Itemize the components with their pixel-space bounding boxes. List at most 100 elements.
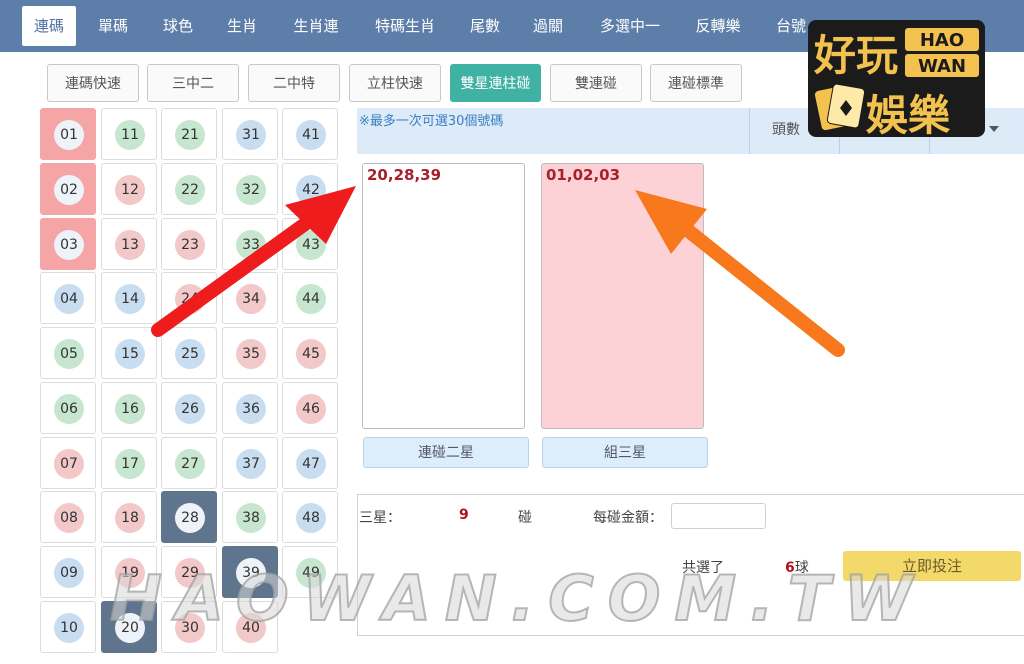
number-cell[interactable]: 45	[282, 327, 338, 379]
number-cell[interactable]: 12	[101, 163, 157, 215]
number-cell[interactable]: 01	[40, 108, 96, 160]
number-cell[interactable]: 46	[282, 382, 338, 434]
subtab-shuanglianpeng[interactable]: 雙連碰	[550, 64, 642, 102]
nav-tab-duoxuanzhongyi[interactable]: 多選中一	[592, 0, 668, 52]
number-cell[interactable]: 11	[101, 108, 157, 160]
nav-tab-qiuse[interactable]: 球色	[153, 0, 203, 52]
number-cell[interactable]: 22	[161, 163, 217, 215]
number-ball: 13	[115, 230, 145, 260]
amount-per-peng-input[interactable]	[671, 503, 766, 529]
number-ball: 24	[175, 284, 205, 314]
number-ball: 10	[54, 613, 84, 643]
number-cell[interactable]: 32	[222, 163, 278, 215]
number-ball: 06	[54, 394, 84, 424]
stars-label: 三星：	[359, 510, 401, 526]
number-ball: 27	[175, 449, 205, 479]
subtab-sanzhonger[interactable]: 三中二	[147, 64, 239, 102]
peng-label: 碰	[518, 510, 532, 526]
number-cell[interactable]: 06	[40, 382, 96, 434]
subtab-shuangxing-lianzhupeng[interactable]: 雙星連柱碰	[450, 64, 541, 102]
subtab-erzhongte[interactable]: 二中特	[248, 64, 340, 102]
chevron-down-icon[interactable]	[989, 126, 999, 132]
site-watermark: HAOWAN.COM.TW	[109, 561, 927, 636]
stars-count: 9	[459, 507, 469, 523]
number-cell[interactable]: 48	[282, 491, 338, 543]
number-ball: 33	[236, 230, 266, 260]
number-ball: 35	[236, 339, 266, 369]
number-cell[interactable]: 38	[222, 491, 278, 543]
nav-tab-lianma[interactable]: 連碼	[22, 6, 76, 46]
subtab-lizhu-kuaisu[interactable]: 立柱快速	[349, 64, 441, 102]
number-ball: 45	[296, 339, 326, 369]
number-cell[interactable]: 24	[161, 272, 217, 324]
haowan-logo: 好玩 HAO WAN 娛樂	[808, 20, 985, 137]
combo-box-two[interactable]: 01,02,03	[541, 163, 704, 429]
number-cell[interactable]: 33	[222, 218, 278, 270]
number-cell[interactable]: 13	[101, 218, 157, 270]
number-cell[interactable]: 09	[40, 546, 96, 598]
number-cell[interactable]: 10	[40, 601, 96, 653]
lianpeng-erxing-button[interactable]: 連碰二星	[363, 437, 529, 468]
number-cell[interactable]: 27	[161, 437, 217, 489]
nav-tab-weishu[interactable]: 尾數	[460, 0, 510, 52]
number-ball: 41	[296, 120, 326, 150]
zu-sanxing-button[interactable]: 組三星	[542, 437, 708, 468]
number-cell[interactable]: 42	[282, 163, 338, 215]
nav-tab-temashengxiao[interactable]: 特碼生肖	[367, 0, 443, 52]
number-cell[interactable]: 25	[161, 327, 217, 379]
head-count-label: 頭數	[772, 122, 800, 138]
number-cell[interactable]: 41	[282, 108, 338, 160]
logo-text-cn-2: 娛樂	[866, 91, 951, 137]
combo-box-one-numbers: 20,28,39	[367, 166, 442, 184]
logo-text-cn-1: 好玩	[813, 31, 898, 80]
nav-tab-guoguan[interactable]: 過關	[523, 0, 573, 52]
number-ball: 04	[54, 284, 84, 314]
number-cell[interactable]: 18	[101, 491, 157, 543]
number-ball: 28	[175, 503, 205, 533]
nav-tab-shengxiao[interactable]: 生肖	[217, 0, 267, 52]
combo-box-one[interactable]: 20,28,39	[362, 163, 525, 429]
number-cell[interactable]: 26	[161, 382, 217, 434]
number-cell[interactable]: 34	[222, 272, 278, 324]
number-ball: 34	[236, 284, 266, 314]
number-cell[interactable]: 23	[161, 218, 217, 270]
subtab-lianma-kuaisu[interactable]: 連碼快速	[47, 64, 139, 102]
selection-limit-notice: ※最多一次可選30個號碼	[359, 114, 504, 129]
number-cell[interactable]: 37	[222, 437, 278, 489]
subtab-lianpeng-biaozhun[interactable]: 連碰標準	[650, 64, 742, 102]
number-cell[interactable]: 44	[282, 272, 338, 324]
number-ball: 48	[296, 503, 326, 533]
number-cell[interactable]: 02	[40, 163, 96, 215]
number-cell[interactable]: 04	[40, 272, 96, 324]
number-cell[interactable]: 08	[40, 491, 96, 543]
number-cell[interactable]: 47	[282, 437, 338, 489]
number-ball: 02	[54, 175, 84, 205]
number-ball: 17	[115, 449, 145, 479]
nav-tab-shengxiaolian[interactable]: 生肖連	[285, 0, 347, 52]
number-cell[interactable]: 14	[101, 272, 157, 324]
number-ball: 43	[296, 230, 326, 260]
number-ball: 46	[296, 394, 326, 424]
number-cell[interactable]: 21	[161, 108, 217, 160]
number-cell[interactable]: 31	[222, 108, 278, 160]
number-ball: 23	[175, 230, 205, 260]
number-cell[interactable]: 17	[101, 437, 157, 489]
number-cell[interactable]: 05	[40, 327, 96, 379]
number-cell[interactable]: 35	[222, 327, 278, 379]
number-cell[interactable]: 36	[222, 382, 278, 434]
number-cell[interactable]: 03	[40, 218, 96, 270]
nav-tab-danma[interactable]: 單碼	[88, 0, 138, 52]
logo-text-en-1: HAO	[920, 30, 964, 51]
number-cell[interactable]: 43	[282, 218, 338, 270]
number-ball: 01	[54, 120, 84, 150]
number-ball: 08	[54, 503, 84, 533]
number-ball: 32	[236, 175, 266, 205]
number-cell[interactable]: 28	[161, 491, 217, 543]
logo-text-en-2: WAN	[918, 56, 966, 77]
number-cell[interactable]: 07	[40, 437, 96, 489]
number-ball: 42	[296, 175, 326, 205]
nav-tab-fanzhuanle[interactable]: 反轉樂	[686, 0, 750, 52]
number-cell[interactable]: 15	[101, 327, 157, 379]
orange-arrow-shaft	[683, 225, 845, 357]
number-cell[interactable]: 16	[101, 382, 157, 434]
